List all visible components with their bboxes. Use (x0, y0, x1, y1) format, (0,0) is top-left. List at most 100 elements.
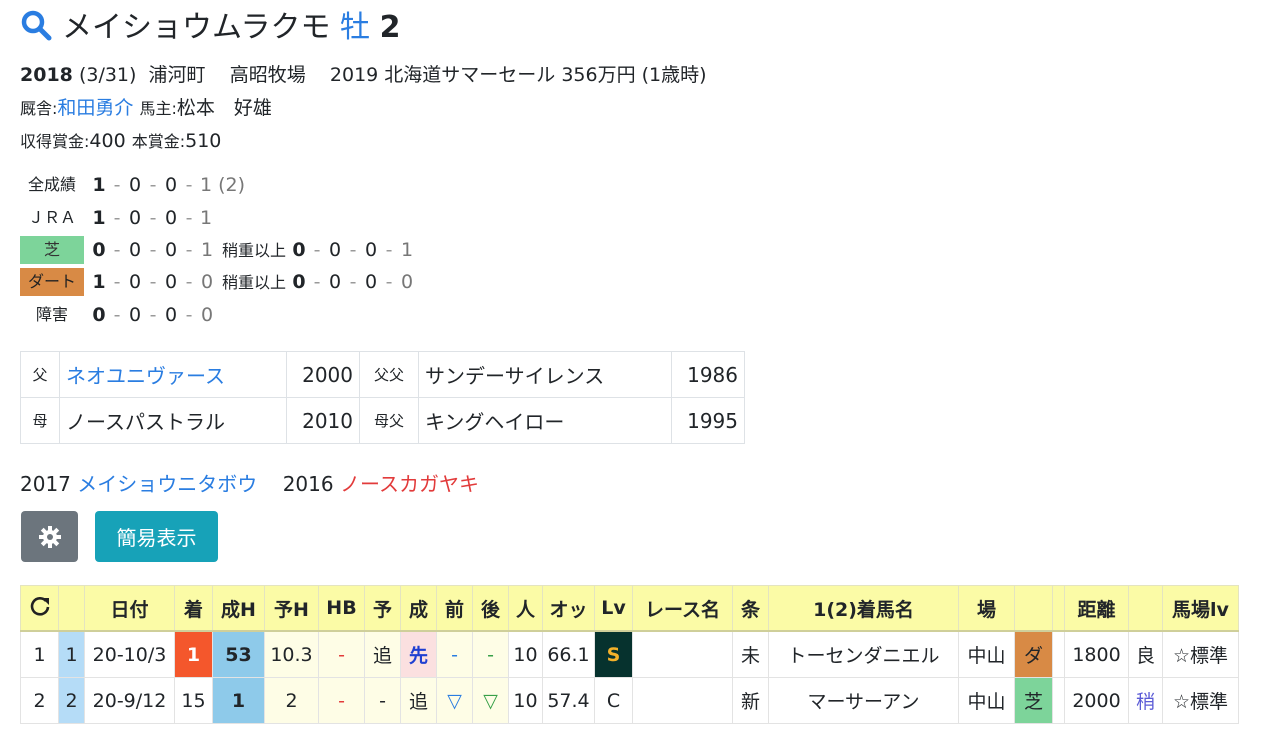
horse-age: 2 (379, 10, 401, 45)
record-first: 1 (92, 271, 106, 293)
refresh-icon[interactable] (20, 585, 59, 632)
sire-label: 父 (20, 351, 60, 398)
owner-name: 松本 好雄 (176, 97, 272, 119)
search-icon[interactable] (20, 9, 52, 52)
heavy-label: 稍重以上 (222, 273, 287, 292)
col-header[interactable]: 前 (436, 585, 473, 632)
profile-connections-row: 厩舎:和田勇介 馬主:松本 好雄 (20, 95, 272, 122)
sibling-year: 2016 (282, 472, 334, 496)
race-name[interactable] (632, 630, 733, 678)
profile-prize-row: 収得賞金:400 本賞金:510 (20, 128, 221, 155)
table-row[interactable]: 1 1 20-10/3 1 53 10.3 - 追 先 - - 10 66.1 … (20, 630, 1239, 678)
heavy-third: 0 (364, 239, 378, 261)
col-header[interactable]: 成H (212, 585, 265, 632)
race-condition: 新 (732, 677, 769, 724)
sibling-link[interactable]: ノースカガヤキ (340, 472, 479, 496)
horse-name: メイショウムラクモ (62, 10, 331, 45)
col-header[interactable]: 日付 (84, 585, 175, 632)
record-other: 0 (200, 271, 214, 293)
col-header[interactable]: 場 (958, 585, 1015, 632)
heavy-first: 0 (292, 271, 306, 293)
record-third: 0 (164, 174, 178, 196)
record-jra: ＪＲＡ 1-0-0-1 (20, 204, 212, 232)
col-header[interactable]: 後 (472, 585, 509, 632)
col-header (1128, 585, 1163, 632)
course: 中山 (958, 630, 1015, 678)
mae-value: ▽ (436, 677, 473, 724)
earned-label: 収得賞金: (20, 132, 90, 151)
record-third: 0 (164, 207, 178, 229)
winner-name[interactable]: トーセンダニエル (768, 630, 959, 678)
race-date: 20-10/3 (84, 630, 175, 678)
col-header[interactable]: Lv (594, 585, 633, 632)
col-header[interactable]: 条 (732, 585, 769, 632)
owner-label: 馬主: (139, 99, 177, 118)
col-header[interactable]: 1(2)着馬名 (768, 585, 959, 632)
dam-name: ノースパストラル (59, 397, 287, 444)
birthplace: 浦河町 (148, 64, 206, 86)
record-first: 0 (92, 239, 106, 261)
col-header[interactable]: 人 (508, 585, 543, 632)
heavy-second: 0 (328, 271, 342, 293)
dam-sire-label: 母父 (359, 397, 419, 444)
winner-name[interactable]: マーサーアン (768, 677, 959, 724)
race-table-header: 日付 着 成H 予H HB 予 成 前 後 人 オッ Lv レース名 条 1(2… (20, 585, 1239, 632)
col-header[interactable]: 着 (174, 585, 213, 632)
dam-label: 母 (20, 397, 60, 444)
col-header (58, 585, 85, 632)
horse-sex: 牡 (340, 10, 371, 45)
race-condition: 未 (732, 630, 769, 678)
trainer-link[interactable]: 和田勇介 (57, 97, 133, 119)
col-header[interactable]: 予H (264, 585, 319, 632)
col-header[interactable]: オッ (542, 585, 595, 632)
table-row[interactable]: 2 2 20-9/12 15 1 2 - - 追 ▽ ▽ 10 57.4 C 新… (20, 677, 1239, 724)
simple-view-button[interactable]: 簡易表示 (95, 511, 218, 562)
col-header[interactable]: 距離 (1064, 585, 1129, 632)
sibling-year: 2017 (20, 472, 71, 496)
going: 稍 (1128, 677, 1163, 724)
record-third: 0 (164, 304, 178, 326)
settings-button[interactable] (21, 511, 78, 562)
race-date: 20-9/12 (84, 677, 175, 724)
popularity: 10 (508, 677, 543, 724)
heavy-first: 0 (292, 239, 306, 261)
col-header[interactable]: HB (318, 585, 365, 632)
going: 良 (1128, 630, 1163, 678)
gear-icon (38, 525, 61, 548)
col-header[interactable]: 馬場lv (1162, 585, 1239, 632)
sire-sire-year: 1986 (671, 351, 745, 398)
sibling-link[interactable]: メイショウニタボウ (77, 472, 257, 496)
record-other: 0 (200, 304, 214, 326)
sire-link[interactable]: ネオユニヴァース (66, 364, 225, 388)
heavy-label: 稍重以上 (222, 241, 287, 260)
trainer-label: 厩舎: (20, 99, 58, 118)
breeder: 高昭牧場 (229, 64, 306, 86)
sire-sire-name: サンデーサイレンス (418, 351, 672, 398)
level-badge: C (594, 677, 633, 724)
yo-style: 追 (364, 630, 401, 678)
ato-value: - (472, 630, 509, 678)
sire-year: 2000 (286, 351, 360, 398)
baba-level: ☆標準 (1162, 677, 1239, 724)
col-header[interactable]: 成 (400, 585, 437, 632)
heavy-third: 0 (364, 271, 378, 293)
record-first: 1 (92, 174, 106, 196)
birth-date: (3/31) (78, 64, 137, 86)
record-second: 0 (128, 207, 142, 229)
distance: 1800 (1064, 630, 1129, 678)
seiH-value: 53 (212, 630, 265, 678)
record-all: 全成績 1-0-0-1 (2) (20, 171, 245, 199)
turf-badge: 芝 (20, 236, 84, 264)
hb-value: - (318, 677, 365, 724)
hb-value: - (318, 630, 365, 678)
mae-value: - (436, 630, 473, 678)
spacer-cell (1052, 630, 1065, 678)
col-header[interactable]: レース名 (632, 585, 733, 632)
race-name[interactable] (632, 677, 733, 724)
finish-position: 15 (174, 677, 213, 724)
dirt-badge: ダート (20, 268, 84, 296)
surface-badge: ダ (1014, 630, 1053, 678)
col-header[interactable]: 予 (364, 585, 401, 632)
siblings-row: 2017 メイショウニタボウ 2016 ノースカガヤキ (20, 470, 479, 498)
record-dirt: ダート 1-0-0-0 稍重以上 0-0-0-0 (20, 268, 414, 296)
